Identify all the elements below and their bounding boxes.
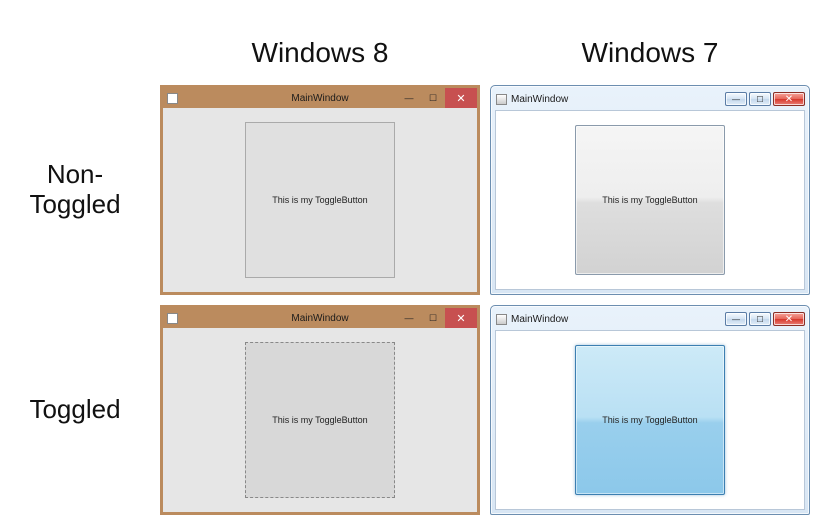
toggle-button-pressed[interactable]: This is my ToggleButton [245,342,395,498]
toggle-button[interactable]: This is my ToggleButton [575,125,725,275]
titlebar[interactable]: MainWindow — ☐ ✕ [163,308,477,328]
maximize-button[interactable]: ☐ [749,312,771,326]
window-body: This is my ToggleButton [163,108,477,292]
window-title: MainWindow [511,94,568,105]
win8-window-toggled: MainWindow — ☐ ✕ This is my ToggleButton [160,305,480,515]
titlebar[interactable]: MainWindow — ☐ ✕ [163,88,477,108]
maximize-button[interactable]: ☐ [749,92,771,106]
minimize-button[interactable]: — [397,88,421,108]
row-header-nontoggled: Non-Toggled [0,85,150,295]
window-body: This is my ToggleButton [495,110,805,290]
win8-window-nontoggled: MainWindow — ☐ ✕ This is my ToggleButton [160,85,480,295]
toggle-button[interactable]: This is my ToggleButton [245,122,395,278]
window-body: This is my ToggleButton [495,330,805,510]
close-button[interactable]: ✕ [773,312,805,326]
window-title: MainWindow [511,314,568,325]
window-body: This is my ToggleButton [163,328,477,512]
close-button[interactable]: ✕ [773,92,805,106]
column-header-win7: Windows 7 [490,0,810,75]
row-header-toggled: Toggled [0,305,150,515]
win7-window-toggled: MainWindow — ☐ ✕ This is my ToggleButton [490,305,810,515]
app-icon [167,93,178,104]
minimize-button[interactable]: — [725,92,747,106]
maximize-button[interactable]: ☐ [421,308,445,328]
win7-window-nontoggled: MainWindow — ☐ ✕ This is my ToggleButton [490,85,810,295]
app-icon [496,94,507,105]
app-icon [167,313,178,324]
titlebar[interactable]: MainWindow — ☐ ✕ [495,310,805,328]
close-button[interactable]: ✕ [445,88,477,108]
toggle-button-pressed[interactable]: This is my ToggleButton [575,345,725,495]
maximize-button[interactable]: ☐ [421,88,445,108]
minimize-button[interactable]: — [397,308,421,328]
column-header-win8: Windows 8 [160,0,480,75]
titlebar[interactable]: MainWindow — ☐ ✕ [495,90,805,108]
app-icon [496,314,507,325]
close-button[interactable]: ✕ [445,308,477,328]
minimize-button[interactable]: — [725,312,747,326]
